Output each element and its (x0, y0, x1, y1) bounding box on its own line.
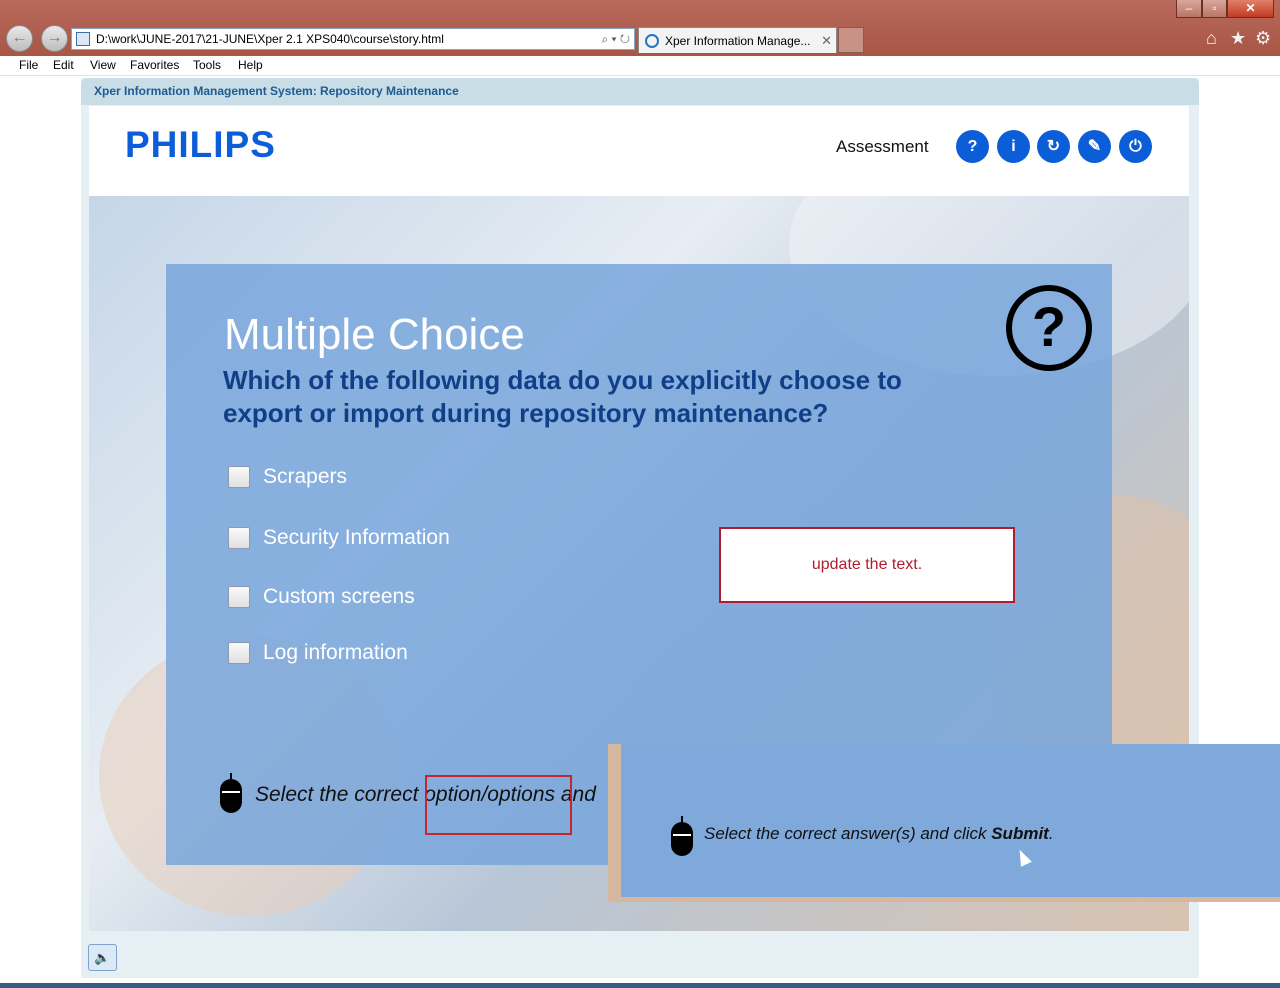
instruction-suffix: . (1048, 824, 1054, 843)
new-tab-button[interactable] (838, 27, 864, 53)
back-arrow-icon[interactable]: ← (6, 25, 33, 52)
question-heading: Multiple Choice (224, 310, 525, 359)
settings-gear-icon[interactable]: ⚙ (1255, 28, 1271, 48)
menu-file[interactable]: File (19, 58, 38, 72)
option-label: Security Information (263, 526, 450, 549)
menu-tools[interactable]: Tools (193, 58, 221, 72)
ie-tab-icon (645, 34, 659, 48)
checkbox[interactable] (228, 466, 250, 488)
menu-help[interactable]: Help (238, 58, 263, 72)
menu-edit[interactable]: Edit (53, 58, 74, 72)
mouse-icon (671, 816, 693, 856)
course-title: Xper Information Management System: Repo… (94, 84, 459, 98)
checkbox[interactable] (228, 527, 250, 549)
mouse-icon (220, 773, 242, 813)
tab-title: Xper Information Manage... (665, 34, 811, 48)
page-icon (76, 32, 90, 46)
checkbox[interactable] (228, 642, 250, 664)
forward-arrow-icon[interactable]: → (41, 25, 68, 52)
option-label: Log information (263, 641, 408, 664)
browser-tab[interactable]: Xper Information Manage... ✕ (638, 27, 837, 53)
question-mark-icon: ? (1006, 285, 1092, 371)
instruction-full: Select the correct answer(s) and click S… (704, 824, 1054, 844)
question-text: Which of the following data do you expli… (223, 365, 902, 428)
section-label: Assessment (836, 137, 929, 156)
help-button[interactable]: ? (956, 130, 989, 163)
windows-taskbar (0, 983, 1280, 988)
address-bar[interactable]: D:\work\JUNE-2017\21-JUNE\Xper 2.1 XPS04… (71, 28, 635, 50)
instruction-overlay (621, 744, 1280, 897)
favorites-star-icon[interactable]: ★ (1230, 28, 1246, 48)
audio-toggle-button[interactable]: 🔈 (88, 944, 117, 971)
info-button[interactable]: i (997, 130, 1030, 163)
close-window-button[interactable]: ✕ (1227, 0, 1274, 18)
search-refresh-icons[interactable]: ⌕ ▾ ↻ (601, 29, 630, 49)
checkbox[interactable] (228, 586, 250, 608)
minimize-button[interactable]: – (1176, 0, 1202, 18)
menu-bar: File Edit View Favorites Tools Help (0, 56, 1280, 76)
review-callout: update the text. (719, 527, 1015, 603)
philips-logo: PHILIPS (125, 124, 276, 165)
menu-favorites[interactable]: Favorites (130, 58, 179, 72)
maximize-button[interactable]: ▫ (1202, 0, 1227, 18)
instruction-prefix: Select the correct answer(s) and click (704, 824, 992, 843)
review-highlight-box (425, 775, 572, 835)
exit-button[interactable]: ⏻ (1119, 130, 1152, 163)
glossary-button[interactable]: ✎ (1078, 130, 1111, 163)
address-text: D:\work\JUNE-2017\21-JUNE\Xper 2.1 XPS04… (96, 32, 444, 46)
menu-view[interactable]: View (90, 58, 116, 72)
option-label: Custom screens (263, 585, 415, 608)
home-icon[interactable]: ⌂ (1206, 28, 1217, 48)
option-label: Scrapers (263, 465, 348, 488)
replay-button[interactable]: ↻ (1037, 130, 1070, 163)
tab-close-icon[interactable]: ✕ (821, 28, 832, 53)
instruction-submit: Submit (991, 824, 1049, 843)
